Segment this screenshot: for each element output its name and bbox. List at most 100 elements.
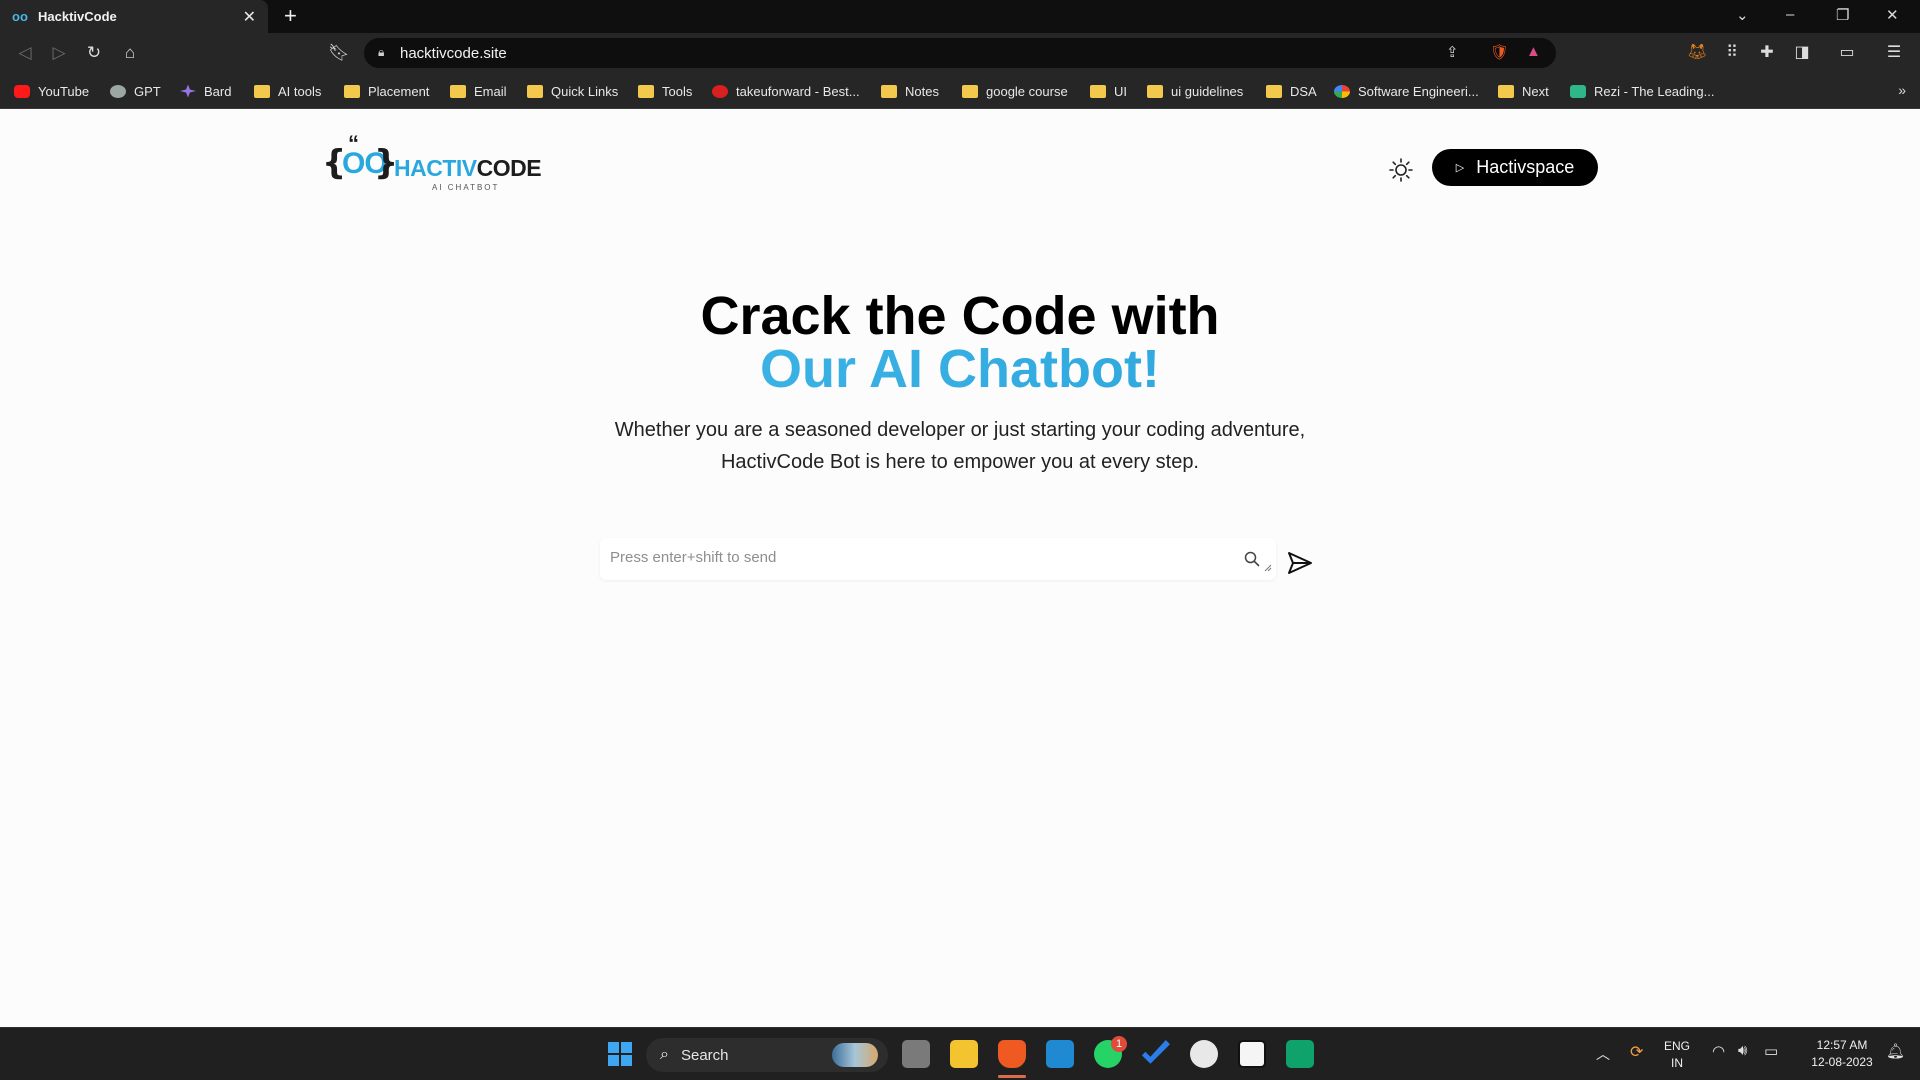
brave-rewards-icon[interactable]: ▲: [1526, 43, 1541, 60]
tab-search-chevron-icon[interactable]: ⌄: [1736, 6, 1749, 24]
folder-icon: [1266, 84, 1282, 98]
bookmark-rezi[interactable]: Rezi - The Leading...: [1570, 82, 1714, 100]
folder-icon: [254, 84, 270, 98]
active-app-indicator: [998, 1075, 1026, 1078]
reload-icon[interactable]: ↻: [83, 42, 105, 64]
bard-icon: [180, 84, 196, 98]
hactivspace-button[interactable]: ▷ Hactivspace: [1432, 149, 1598, 186]
language-indicator[interactable]: ENG IN: [1664, 1038, 1690, 1072]
taskbar-search-label: Search: [680, 1046, 729, 1064]
bookmark-youtube[interactable]: YouTube: [14, 82, 89, 100]
sheets-app-icon[interactable]: [1286, 1040, 1314, 1068]
bookmark-google-course[interactable]: google course: [962, 82, 1068, 100]
mongodb-compass-icon[interactable]: [1190, 1040, 1218, 1068]
send-icon[interactable]: [1286, 549, 1314, 577]
sync-icon[interactable]: ⟳: [1630, 1042, 1643, 1062]
bookmarks-bar: YouTube GPT Bard AI tools Placement Emai…: [0, 73, 1920, 109]
menu-icon[interactable]: ☰: [1883, 42, 1905, 64]
tab-title: HacktivCode: [38, 9, 117, 24]
browser-toolbar: ◁ ▷ ↻ ⌂ 🔖︎ 🔒︎ hacktivcode.site ⇪ 🛡︎ ▲ 🦊︎…: [0, 33, 1920, 73]
resize-handle-icon[interactable]: [1264, 564, 1272, 572]
search-icon: ⌕: [660, 1046, 669, 1063]
bookmark-ui-guidelines[interactable]: ui guidelines: [1147, 82, 1243, 100]
folder-icon: [1498, 84, 1514, 98]
show-hidden-icons-chevron-icon[interactable]: ︿: [1596, 1044, 1610, 1064]
folder-icon: [1090, 84, 1106, 98]
home-icon[interactable]: ⌂: [119, 42, 141, 64]
sidebar-icon[interactable]: ◨: [1791, 42, 1813, 64]
metamask-icon[interactable]: 🦊︎: [1686, 42, 1708, 64]
takeuforward-icon: [712, 84, 728, 98]
windows-taskbar: ⌕ Search 1 ︿ ⟳ ENG IN ◠ 🔊︎ ▭ 12:57 AM 12…: [0, 1027, 1920, 1080]
volume-icon[interactable]: 🔊︎: [1738, 1042, 1747, 1059]
tab-hacktivcode[interactable]: oo HacktivCode ✕: [0, 0, 268, 33]
bookmark-dsa[interactable]: DSA: [1266, 82, 1317, 100]
notion-icon[interactable]: [1238, 1040, 1266, 1068]
battery-icon[interactable]: ▭: [1764, 1042, 1778, 1060]
taskbar-search[interactable]: ⌕ Search: [646, 1038, 888, 1072]
windows-start-icon[interactable]: [606, 1040, 634, 1068]
bookmark-quick-links[interactable]: Quick Links: [527, 82, 618, 100]
google-icon: [1334, 84, 1350, 98]
bookmark-takeuforward[interactable]: takeuforward - Best...: [712, 82, 860, 100]
site-logo[interactable]: { “ OO } HACTIVCODE AI CHATBOT: [322, 131, 542, 201]
bookmark-software-engineering[interactable]: Software Engineeri...: [1334, 82, 1479, 100]
rezi-icon: [1570, 84, 1586, 98]
site-favicon-icon: oo: [12, 9, 28, 24]
share-icon[interactable]: ⇪: [1446, 43, 1459, 61]
bookmark-email[interactable]: Email: [450, 82, 507, 100]
clock-time: 12:57 AM: [1816, 1038, 1868, 1052]
restore-icon[interactable]: ❐: [1836, 6, 1849, 24]
logo-tagline: AI CHATBOT: [432, 183, 500, 192]
bookmark-next[interactable]: Next: [1498, 82, 1549, 100]
whatsapp-badge: 1: [1111, 1036, 1127, 1052]
notifications-icon[interactable]: 🔔︎: [1886, 1042, 1905, 1060]
clock-date: 12-08-2023: [1811, 1055, 1873, 1069]
folder-icon: [527, 84, 543, 98]
youtube-icon: [14, 84, 30, 98]
wallet-icon[interactable]: ▭: [1836, 42, 1858, 64]
brave-shields-icon[interactable]: 🛡︎: [1490, 43, 1509, 61]
wifi-icon[interactable]: ◠: [1712, 1042, 1725, 1060]
bookmark-placement[interactable]: Placement: [344, 82, 429, 100]
search-icon[interactable]: [1243, 550, 1261, 568]
bookmark-ai-tools[interactable]: AI tools: [254, 82, 321, 100]
forward-icon[interactable]: ▷: [48, 42, 70, 64]
todo-check-icon[interactable]: [1142, 1040, 1170, 1064]
headline-line-2: Our AI Chatbot!: [0, 342, 1920, 396]
close-window-icon[interactable]: ✕: [1886, 6, 1899, 24]
clock[interactable]: 12:57 AM 12-08-2023: [1800, 1037, 1884, 1071]
vscode-icon[interactable]: [1046, 1040, 1074, 1068]
browser-tabstrip: oo HacktivCode ✕ + ⌄ – ❐ ✕: [0, 0, 1920, 33]
page-content: { “ OO } HACTIVCODE AI CHATBOT ▷ Hactivs…: [0, 109, 1920, 1027]
extensions-puzzle-icon[interactable]: ✚: [1756, 42, 1778, 64]
theme-toggle-button[interactable]: [1388, 157, 1414, 183]
play-icon: ▷: [1455, 162, 1465, 174]
bookmark-notes[interactable]: Notes: [881, 82, 939, 100]
minimize-icon[interactable]: –: [1786, 6, 1794, 23]
close-tab-icon[interactable]: ✕: [243, 7, 256, 27]
file-explorer-icon[interactable]: [950, 1040, 978, 1068]
more-bookmarks-icon[interactable]: »: [1898, 82, 1906, 98]
hactivspace-label: Hactivspace: [1476, 157, 1575, 177]
bookmark-gpt[interactable]: GPT: [110, 82, 161, 100]
bookmark-tools[interactable]: Tools: [638, 82, 692, 100]
address-bar[interactable]: 🔒︎ hacktivcode.site ⇪ 🛡︎ ▲: [364, 38, 1556, 68]
bookmark-ui[interactable]: UI: [1090, 82, 1127, 100]
back-icon[interactable]: ◁: [14, 42, 36, 64]
bookmark-icon[interactable]: 🔖︎: [328, 42, 350, 64]
bookmark-bard[interactable]: Bard: [180, 82, 231, 100]
folder-icon: [1147, 84, 1163, 98]
folder-icon: [962, 84, 978, 98]
new-tab-icon[interactable]: +: [284, 4, 297, 28]
folder-icon: [638, 84, 654, 98]
folder-icon: [344, 84, 360, 98]
chat-input[interactable]: [600, 538, 1276, 580]
brave-browser-icon[interactable]: [998, 1040, 1026, 1068]
task-view-icon[interactable]: [902, 1040, 930, 1068]
sun-icon: [1389, 158, 1413, 182]
extension-grid-icon[interactable]: ⠿: [1721, 42, 1743, 64]
search-highlight-image: [832, 1043, 878, 1067]
folder-icon: [450, 84, 466, 98]
headline-line-1: Crack the Code with: [700, 286, 1220, 346]
